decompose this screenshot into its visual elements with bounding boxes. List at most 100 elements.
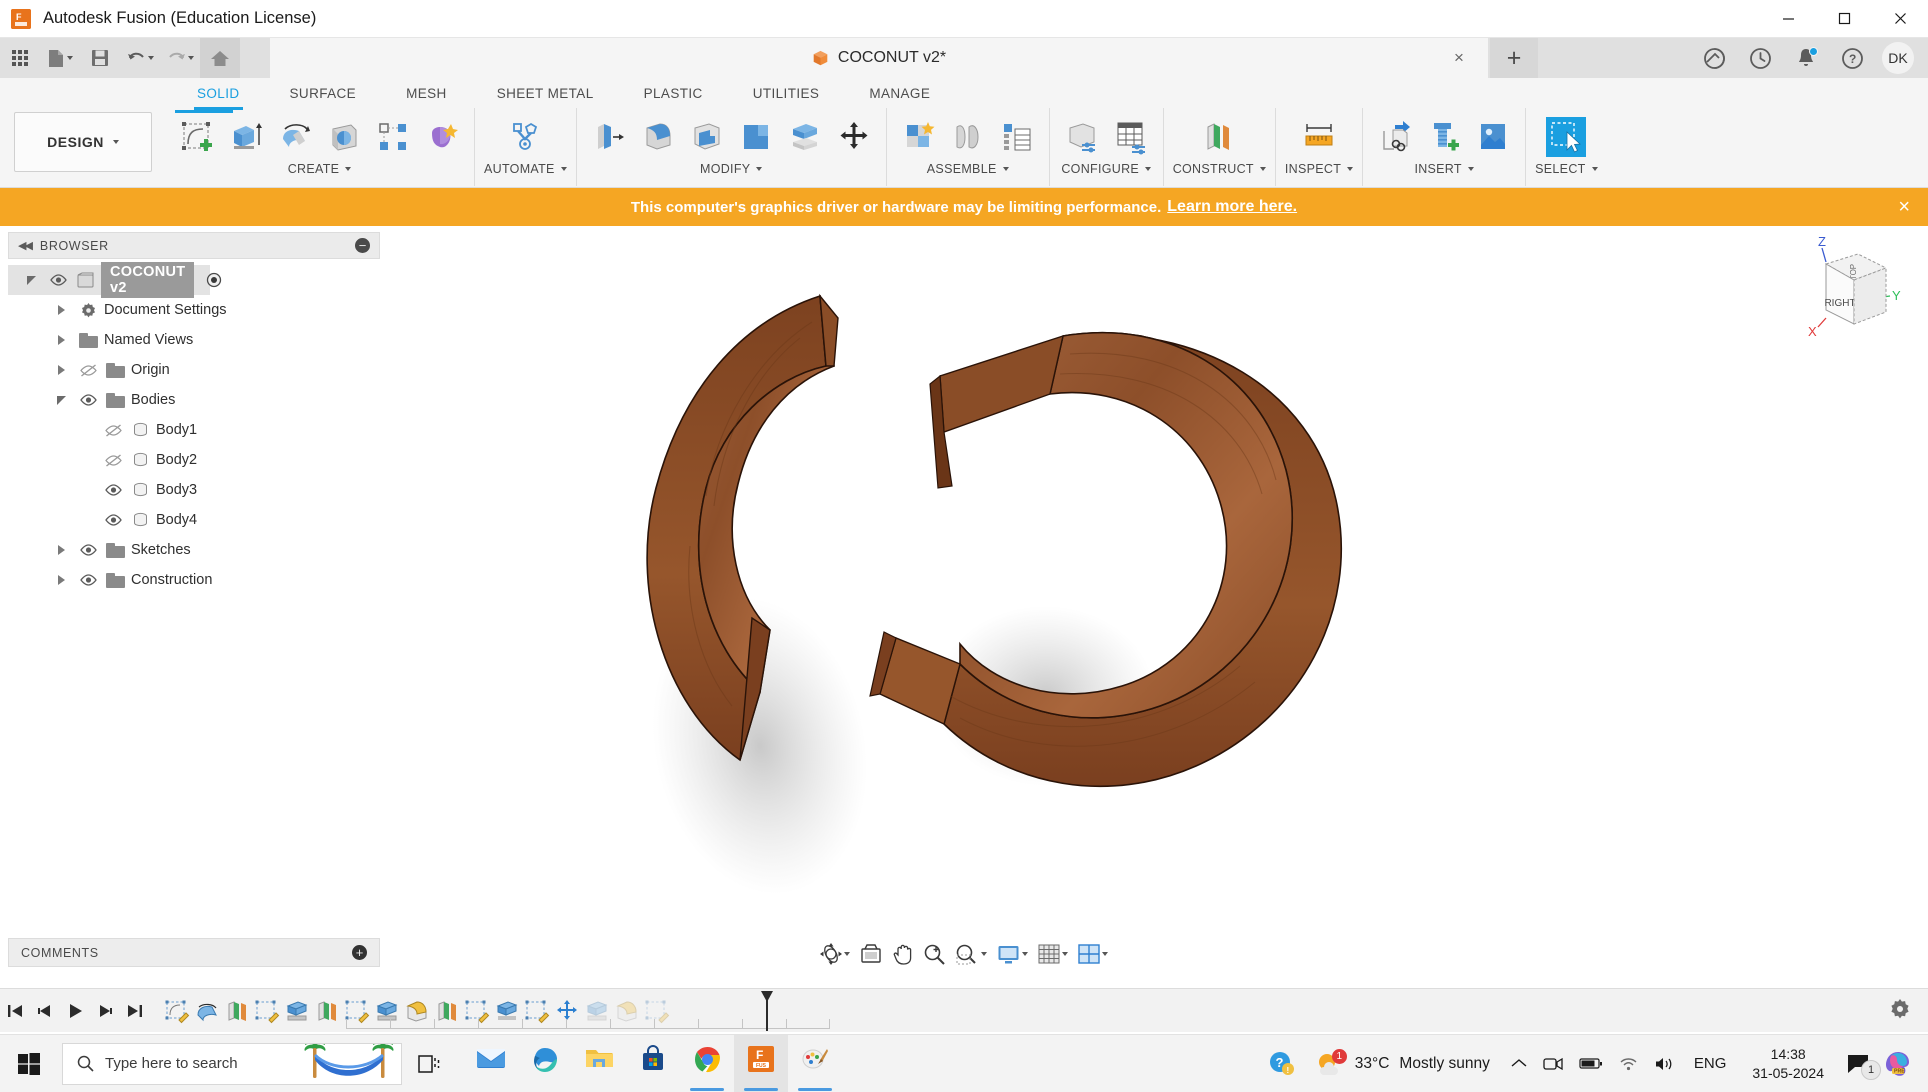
zoom-window-icon[interactable] bbox=[951, 938, 991, 970]
add-comment-button[interactable]: + bbox=[352, 945, 367, 960]
extensions-icon[interactable] bbox=[1692, 38, 1736, 78]
expand-arrow-icon[interactable] bbox=[20, 275, 42, 285]
select-window-icon[interactable] bbox=[1543, 114, 1589, 160]
ribbon-tab-mesh[interactable]: MESH bbox=[381, 78, 472, 108]
tree-item-sketches[interactable]: Sketches bbox=[8, 535, 380, 565]
meet-now-icon[interactable] bbox=[1536, 1035, 1570, 1092]
close-button[interactable] bbox=[1872, 0, 1928, 38]
expand-arrow-icon[interactable] bbox=[50, 545, 72, 555]
visibility-eye-hidden-icon[interactable] bbox=[77, 363, 99, 377]
mail-app-icon[interactable] bbox=[464, 1035, 518, 1092]
insert-mcmaster-icon[interactable] bbox=[1421, 114, 1467, 160]
panel-label-configure[interactable]: CONFIGURE bbox=[1061, 162, 1152, 176]
timeline-feature-sketch[interactable] bbox=[162, 994, 192, 1028]
visibility-eye-icon[interactable] bbox=[102, 514, 124, 526]
bell-icon[interactable] bbox=[1784, 38, 1828, 78]
tree-item-body3[interactable]: Body3 bbox=[8, 475, 380, 505]
network-icon[interactable] bbox=[1612, 1035, 1645, 1092]
fusion-app-icon[interactable]: F FUS bbox=[734, 1034, 788, 1092]
panel-label-assemble[interactable]: ASSEMBLE bbox=[927, 162, 1009, 176]
ribbon-tab-plastic[interactable]: PLASTIC bbox=[619, 78, 728, 108]
viewports-icon[interactable] bbox=[1074, 938, 1112, 970]
step-back-icon[interactable] bbox=[30, 992, 60, 1030]
workspace-selector[interactable]: DESIGN bbox=[14, 112, 152, 172]
visibility-eye-hidden-icon[interactable] bbox=[102, 453, 124, 467]
start-button[interactable] bbox=[0, 1035, 58, 1092]
collapse-panel-icon[interactable]: ◀◀ bbox=[18, 239, 33, 252]
configure-table-icon[interactable] bbox=[1108, 114, 1154, 160]
timeline-feature-extrude[interactable] bbox=[282, 994, 312, 1028]
joint-icon[interactable] bbox=[945, 114, 991, 160]
panel-label-insert[interactable]: INSERT bbox=[1414, 162, 1474, 176]
new-component-icon[interactable] bbox=[896, 114, 942, 160]
minimize-button[interactable] bbox=[1760, 0, 1816, 38]
close-tab-button[interactable]: × bbox=[1450, 48, 1468, 67]
microsoft-store-app-icon[interactable] bbox=[626, 1035, 680, 1092]
volume-icon[interactable] bbox=[1647, 1035, 1682, 1092]
redo-icon[interactable] bbox=[160, 38, 200, 78]
tree-item-construction[interactable]: Construction bbox=[8, 565, 380, 595]
press-pull-icon[interactable] bbox=[586, 114, 632, 160]
move-copy-icon[interactable] bbox=[831, 114, 877, 160]
create-sketch-icon[interactable] bbox=[174, 114, 220, 160]
look-at-icon[interactable] bbox=[856, 938, 886, 970]
tree-item-origin[interactable]: Origin bbox=[8, 355, 380, 385]
panel-label-construct[interactable]: CONSTRUCT bbox=[1173, 162, 1266, 176]
tree-item-body4[interactable]: Body4 bbox=[8, 505, 380, 535]
expand-arrow-icon[interactable] bbox=[50, 335, 72, 345]
panel-label-modify[interactable]: MODIFY bbox=[700, 162, 763, 176]
edge-app-icon[interactable] bbox=[518, 1035, 572, 1092]
banner-close-button[interactable]: × bbox=[1898, 196, 1910, 219]
tree-root-coconut[interactable]: COCONUT v2 bbox=[8, 262, 222, 298]
shell-icon[interactable] bbox=[684, 114, 730, 160]
timeline-settings-gear-icon[interactable] bbox=[1890, 999, 1910, 1024]
browser-collapse-toggle[interactable]: − bbox=[355, 238, 370, 253]
weather-widget[interactable]: 1 33°C Mostly sunny bbox=[1303, 1035, 1502, 1092]
ribbon-tab-manage[interactable]: MANAGE bbox=[844, 78, 955, 108]
tree-item-body1[interactable]: Body1 bbox=[8, 415, 380, 445]
go-to-end-icon[interactable] bbox=[120, 992, 150, 1030]
expand-arrow-icon[interactable] bbox=[50, 305, 72, 315]
ribbon-tab-utilities[interactable]: UTILITIES bbox=[728, 78, 845, 108]
copilot-icon[interactable]: PRE bbox=[1878, 1035, 1918, 1092]
visibility-eye-icon[interactable] bbox=[102, 484, 124, 496]
view-cube[interactable]: Z Y X TOP RIGHT bbox=[1796, 228, 1916, 346]
chrome-app-icon[interactable] bbox=[680, 1035, 734, 1092]
timeline-playhead[interactable] bbox=[760, 990, 774, 1031]
tree-item-bodies[interactable]: Bodies bbox=[8, 385, 380, 415]
visibility-eye-icon[interactable] bbox=[77, 544, 99, 556]
ribbon-tab-surface[interactable]: SURFACE bbox=[265, 78, 382, 108]
file-explorer-app-icon[interactable] bbox=[572, 1035, 626, 1092]
split-body-icon[interactable] bbox=[782, 114, 828, 160]
banner-learn-more-link[interactable]: Learn more here. bbox=[1167, 198, 1297, 216]
paint3d-app-icon[interactable] bbox=[788, 1035, 842, 1092]
sweep-icon[interactable] bbox=[321, 114, 367, 160]
panel-label-select[interactable]: SELECT bbox=[1535, 162, 1598, 176]
clock[interactable]: 14:38 31-05-2024 bbox=[1738, 1035, 1838, 1092]
expand-arrow-icon[interactable] bbox=[50, 575, 72, 585]
play-icon[interactable] bbox=[60, 992, 90, 1030]
construct-plane-icon[interactable] bbox=[1196, 114, 1242, 160]
fillet-icon[interactable] bbox=[635, 114, 681, 160]
help-tray-icon[interactable]: ?! bbox=[1262, 1035, 1301, 1092]
automate-icon[interactable] bbox=[502, 114, 548, 160]
language-indicator[interactable]: ENG bbox=[1684, 1055, 1737, 1072]
job-status-icon[interactable] bbox=[1738, 38, 1782, 78]
activate-component-radio[interactable] bbox=[203, 272, 225, 288]
insert-image-icon[interactable] bbox=[1470, 114, 1516, 160]
save-icon[interactable] bbox=[80, 38, 120, 78]
visibility-eye-icon[interactable] bbox=[77, 394, 99, 406]
panel-label-inspect[interactable]: INSPECT bbox=[1285, 162, 1354, 176]
timeline-track[interactable] bbox=[346, 1018, 830, 1029]
create-form-icon[interactable] bbox=[419, 114, 465, 160]
go-to-beginning-icon[interactable] bbox=[0, 992, 30, 1030]
comments-panel[interactable]: COMMENTS + bbox=[8, 938, 380, 967]
task-view-button[interactable] bbox=[402, 1035, 456, 1092]
visibility-eye-icon[interactable] bbox=[77, 574, 99, 586]
revolve-icon[interactable] bbox=[272, 114, 318, 160]
user-avatar[interactable]: DK bbox=[1882, 42, 1914, 74]
undo-icon[interactable] bbox=[120, 38, 160, 78]
visibility-eye-icon[interactable] bbox=[47, 274, 69, 286]
insert-derive-icon[interactable] bbox=[1372, 114, 1418, 160]
tree-item-body2[interactable]: Body2 bbox=[8, 445, 380, 475]
